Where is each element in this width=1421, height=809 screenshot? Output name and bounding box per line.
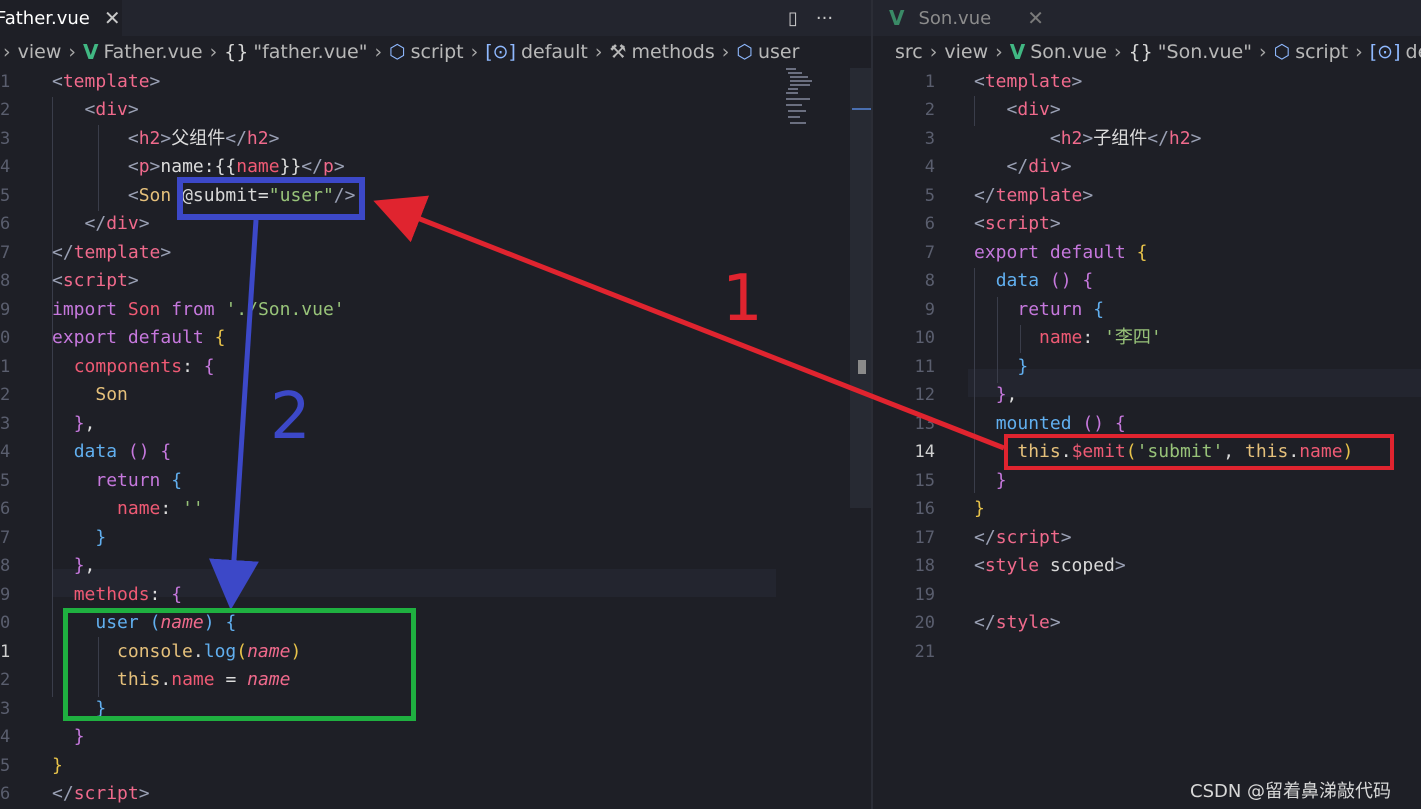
minimap[interactable] (782, 66, 842, 136)
right-editor-pane: V Son.vue ✕ src › view › V Son.vue › {} … (873, 0, 1421, 809)
chevron-right-icon: › (209, 41, 218, 63)
breadcrumb: src › view › V Son.vue › {} "Son.vue" › … (895, 38, 1421, 66)
module-icon: [⊙] (1369, 41, 1401, 63)
split-editor-icon[interactable]: ▯ (788, 8, 798, 29)
wrench-icon: ⚒ (609, 41, 627, 63)
chevron-right-icon: › (1355, 41, 1363, 63)
breadcrumb-item-methods[interactable]: methods (631, 41, 714, 63)
tab-label: Father.vue (0, 7, 90, 29)
blue-highlight-box (177, 177, 365, 220)
line-number: 21 (914, 642, 935, 662)
tab-actions: ▯ ··· (788, 0, 833, 36)
annotation-label-2: 2 (270, 380, 311, 454)
vue-icon: V (82, 40, 99, 64)
breadcrumb-item-src[interactable]: src (895, 41, 923, 63)
red-highlight-box (1004, 434, 1394, 470)
cube-icon: ⬡ (389, 41, 406, 63)
scroll-marker (852, 108, 872, 110)
chevron-right-icon: › (721, 41, 730, 63)
breadcrumb-item-file[interactable]: Son.vue (1030, 41, 1107, 63)
cube-icon: ⬡ (1273, 41, 1291, 63)
breadcrumb-item-script[interactable]: script (1295, 41, 1348, 63)
chevron-right-icon: › (68, 41, 76, 63)
annotation-label-1: 1 (722, 262, 763, 336)
vertical-scrollbar[interactable] (850, 68, 872, 508)
braces-icon: {} (224, 41, 249, 63)
chevron-right-icon: › (995, 41, 1003, 63)
close-icon[interactable]: ✕ (104, 6, 121, 30)
module-icon: [⊙] (485, 41, 516, 63)
vue-icon: V (889, 6, 905, 30)
breadcrumb-item-default[interactable]: default (521, 41, 588, 63)
green-highlight-box (63, 608, 416, 721)
left-tab-bar: Father.vue ✕ ▯ ··· (0, 0, 872, 36)
breadcrumb-item-view[interactable]: view (944, 41, 988, 63)
chevron-right-icon: › (3, 41, 11, 63)
chevron-right-icon: › (929, 41, 938, 63)
tab-father-vue[interactable]: Father.vue ✕ (0, 0, 122, 36)
chevron-right-icon: › (470, 41, 479, 63)
chevron-right-icon: › (1259, 41, 1267, 63)
breadcrumb-item-script[interactable]: script (411, 41, 464, 63)
close-icon[interactable]: ✕ (1027, 6, 1044, 30)
tab-son-vue[interactable]: V Son.vue ✕ (889, 0, 1059, 36)
chevron-right-icon: › (1113, 41, 1122, 63)
editor-window: Father.vue ✕ ▯ ··· › view › V Father.vue… (0, 0, 1421, 809)
vue-icon: V (1009, 40, 1026, 64)
breadcrumb-item-default[interactable]: def (1406, 41, 1421, 63)
breadcrumb-item-user[interactable]: user (758, 41, 799, 63)
more-actions-icon[interactable]: ··· (816, 8, 833, 29)
cube-icon: ⬡ (736, 41, 753, 63)
tab-label: Son.vue (918, 7, 992, 29)
chevron-right-icon: › (594, 41, 603, 63)
chevron-right-icon: › (374, 41, 383, 63)
breadcrumb-item-json[interactable]: "father.vue" (253, 41, 367, 63)
scroll-thumb[interactable] (858, 360, 866, 374)
right-tab-bar: V Son.vue ✕ (873, 0, 1421, 36)
breadcrumb-item-json[interactable]: "Son.vue" (1158, 41, 1252, 63)
watermark: CSDN @留着鼻涕敲代码 (1190, 781, 1392, 802)
breadcrumb-item-view[interactable]: view (18, 41, 62, 63)
braces-icon: {} (1128, 41, 1153, 63)
breadcrumb: › view › V Father.vue › {} "father.vue" … (0, 38, 799, 66)
breadcrumb-item-file[interactable]: Father.vue (103, 41, 202, 63)
